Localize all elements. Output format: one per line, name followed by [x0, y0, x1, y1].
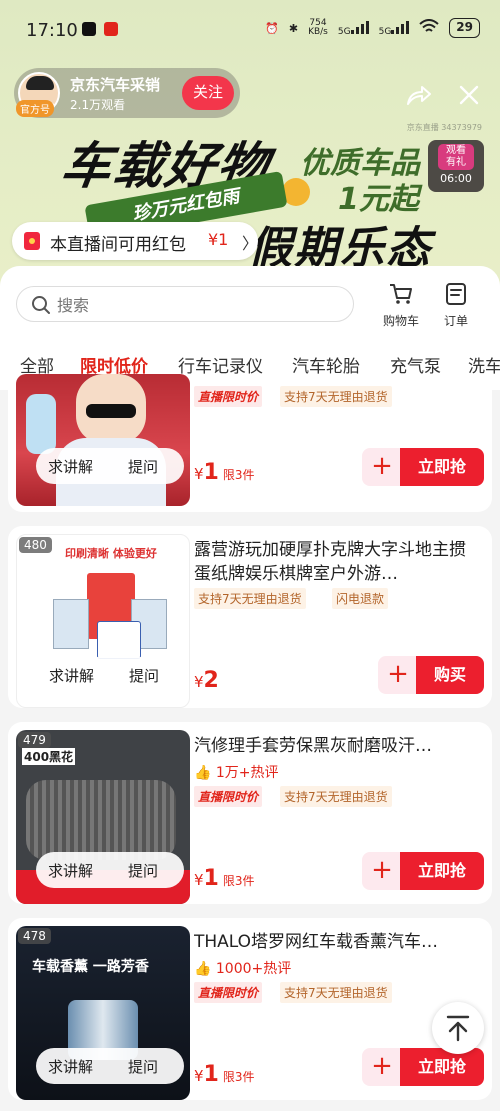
cart-label: 购物车	[382, 314, 419, 328]
ask-pill: 求讲解 提问	[36, 852, 184, 888]
tag-live-price: 直播限时价	[194, 786, 263, 807]
battery-icon: 29	[449, 18, 480, 38]
add-to-cart-button[interactable]: +	[362, 448, 402, 486]
arrow-up-icon	[446, 1015, 470, 1042]
product-number: 478	[18, 928, 51, 944]
add-to-cart-button[interactable]: +	[362, 852, 402, 890]
request-explain-button[interactable]: 求讲解	[48, 456, 93, 477]
product-sheet: 购物车 订单 全部 限时低价 行车记录仪 汽车轮胎 充气泵 洗车 求讲解	[0, 266, 500, 1111]
product-title[interactable]: 露营游玩加硬厚扑克牌大字斗地主掼蛋纸牌娱乐棋牌室户外游…	[194, 538, 478, 586]
orders-label: 订单	[443, 314, 468, 328]
add-to-cart-button[interactable]: +	[378, 656, 418, 694]
grab-now-button[interactable]: 立即抢	[400, 852, 484, 890]
status-bar: 17:10 ⏰ ✱ 754 KB/s 5G 5G 29	[0, 0, 500, 60]
ask-pill: 求讲解 提问	[36, 448, 184, 484]
ask-pill: 求讲解 提问	[37, 657, 185, 693]
official-badge: 官方号	[16, 100, 54, 117]
wifi-icon	[419, 18, 439, 38]
close-icon[interactable]	[458, 84, 480, 106]
orders-icon	[446, 283, 466, 305]
tag-fast-refund: 闪电退款	[332, 588, 389, 609]
search-input[interactable]	[57, 293, 337, 317]
alarm-icon: ⏰	[265, 21, 279, 35]
image-label: 400黑花	[22, 748, 76, 765]
search-icon	[32, 296, 50, 314]
product-image[interactable]: 480 印刷清晰 体验更好 求讲解 提问	[16, 534, 190, 708]
tag-return-policy: 支持7天无理由退货	[280, 982, 392, 1003]
image-slogan: 车载香薰 一路芳香	[32, 959, 149, 975]
bluetooth-icon: ✱	[288, 21, 299, 35]
watch-reward-badge[interactable]: 观看 有礼 06:00	[428, 140, 484, 192]
grab-now-button[interactable]: 立即抢	[400, 448, 484, 486]
product-title[interactable]: THALO塔罗网红车载香薰汽车…	[194, 930, 478, 954]
red-packet-text: 本直播间可用红包	[50, 235, 186, 255]
tv-icon: 观看 有礼	[438, 144, 474, 170]
product-image[interactable]: 求讲解 提问	[16, 374, 190, 506]
product-number: 480	[19, 537, 52, 553]
image-slogan: 印刷清晰 体验更好	[65, 547, 157, 560]
thumbs-up-icon: 👍	[194, 961, 212, 977]
tag-live-price: 直播限时价	[194, 982, 263, 1003]
product-price: ¥1 限3件	[194, 460, 255, 485]
red-packet-icon	[24, 232, 40, 250]
product-title[interactable]: 汽修理手套劳保黑灰耐磨吸汗…	[194, 734, 478, 758]
share-icon[interactable]	[406, 84, 432, 106]
tag-return-policy: 支持7天无理由退货	[280, 386, 392, 407]
red-packet-amount: ¥1	[208, 230, 229, 249]
ask-question-button[interactable]: 提问	[128, 1056, 158, 1077]
ask-pill: 求讲解 提问	[36, 1048, 184, 1084]
product-price: ¥1 限3件	[194, 866, 255, 891]
status-right: ⏰ ✱ 754 KB/s 5G 5G 29	[265, 18, 480, 38]
view-count: 2.1万观看	[70, 98, 126, 112]
app-notification-icon	[104, 22, 118, 36]
cart-button[interactable]: 购物车	[378, 282, 424, 342]
status-time: 17:10	[26, 20, 78, 41]
cart-icon	[390, 284, 412, 304]
request-explain-button[interactable]: 求讲解	[48, 1056, 93, 1077]
hot-review-badge: 👍 1000+热评	[194, 961, 292, 977]
product-card[interactable]: 480 印刷清晰 体验更好 求讲解 提问 露营游玩加硬厚扑克牌大字斗地主掼蛋纸牌…	[8, 526, 492, 708]
live-banner: 17:10 ⏰ ✱ 754 KB/s 5G 5G 29 官方号 京东汽车采销 2.…	[0, 0, 500, 300]
product-image[interactable]: 478 车载香薰 一路芳香 求讲解 提问	[16, 926, 190, 1100]
search-bar[interactable]	[16, 286, 354, 322]
tag-return-policy: 支持7天无理由退货	[280, 786, 392, 807]
back-to-top-button[interactable]	[432, 1002, 484, 1054]
ask-question-button[interactable]: 提问	[128, 860, 158, 881]
tag-return-policy: 支持7天无理由退货	[194, 588, 306, 609]
sim2-signal-icon: 5G	[379, 20, 410, 37]
net-speed: 754 KB/s	[308, 18, 328, 37]
chevron-right-icon: 〉	[242, 234, 259, 253]
product-card[interactable]: 478 车载香薰 一路芳香 求讲解 提问 THALO塔罗网红车载香薰汽车… 👍 …	[8, 918, 492, 1100]
ask-question-button[interactable]: 提问	[129, 665, 159, 686]
host-card[interactable]: 官方号 京东汽车采销 2.1万观看 关注	[14, 68, 240, 118]
product-number: 479	[18, 732, 51, 748]
follow-button[interactable]: 关注	[182, 76, 234, 110]
request-explain-button[interactable]: 求讲解	[48, 860, 93, 881]
sim1-signal-icon: 5G	[338, 20, 369, 37]
thumbs-up-icon: 👍	[194, 765, 212, 781]
request-explain-button[interactable]: 求讲解	[49, 665, 94, 686]
product-image[interactable]: 479 400黑花 求讲解 提问	[16, 730, 190, 904]
product-card[interactable]: 求讲解 提问 直播限时价 支持7天无理由退货 ¥1 限3件 + 立即抢	[8, 374, 492, 512]
buy-button[interactable]: 购买	[416, 656, 484, 694]
room-id: 京东直播 34373979	[406, 123, 482, 132]
red-packet-banner[interactable]: 本直播间可用红包 ¥1 〉	[12, 222, 258, 260]
product-price: ¥2	[194, 668, 219, 693]
orders-button[interactable]: 订单	[438, 282, 474, 342]
ask-question-button[interactable]: 提问	[128, 456, 158, 477]
add-to-cart-button[interactable]: +	[362, 1048, 402, 1086]
host-name: 京东汽车采销	[70, 76, 161, 94]
watch-timer: 06:00	[440, 172, 472, 185]
product-price: ¥1 限3件	[194, 1062, 255, 1087]
tiktok-icon	[82, 22, 96, 36]
sheet-header: 购物车 订单 全部 限时低价 行车记录仪 汽车轮胎 充气泵 洗车	[0, 266, 500, 390]
hot-review-badge: 👍 1万+热评	[194, 765, 279, 781]
tag-live-price: 直播限时价	[194, 386, 263, 407]
product-card[interactable]: 479 400黑花 求讲解 提问 汽修理手套劳保黑灰耐磨吸汗… 👍 1万+热评 …	[8, 722, 492, 904]
